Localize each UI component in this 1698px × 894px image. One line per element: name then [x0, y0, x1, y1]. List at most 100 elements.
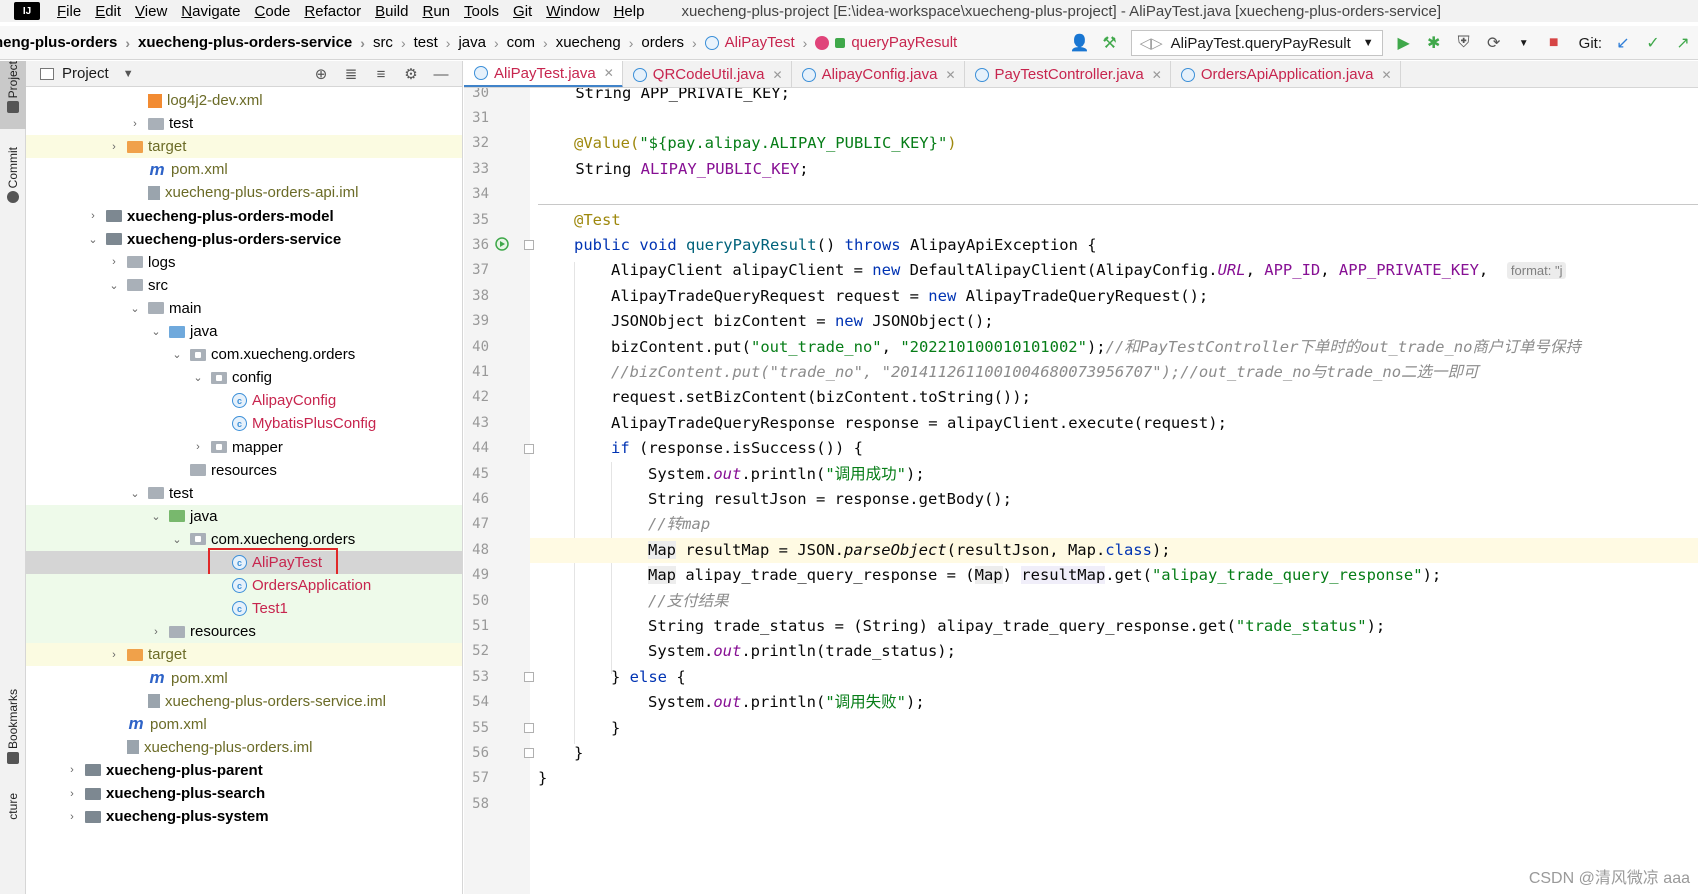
tree-item[interactable]: ⌄ src — [26, 274, 462, 297]
menu-git[interactable]: Git — [506, 3, 539, 20]
tool-tab-project[interactable]: Project — [0, 61, 26, 129]
tree-item[interactable]: ⌄ com.xuecheng.orders — [26, 343, 462, 366]
chevron-down-icon[interactable]: ▼ — [123, 68, 134, 80]
chevron-down-icon[interactable]: ⌄ — [107, 279, 121, 292]
chevron-right-icon[interactable]: › — [149, 626, 163, 638]
fold-marker-icon[interactable] — [524, 672, 534, 682]
tree-item[interactable]: › mapper — [26, 436, 462, 459]
tool-tab-bookmarks[interactable]: Bookmarks — [0, 689, 26, 779]
tree-item[interactable]: resources — [26, 459, 462, 482]
fold-marker-icon[interactable] — [524, 748, 534, 758]
stop-icon[interactable]: ■ — [1543, 32, 1565, 54]
breadcrumb-item[interactable]: queryPayResult — [815, 34, 957, 51]
close-icon[interactable]: ✕ — [1381, 68, 1391, 82]
menu-help[interactable]: Help — [607, 3, 652, 20]
chevron-down-icon[interactable]: ⌄ — [191, 371, 205, 384]
breadcrumb-item[interactable]: AliPayTest › — [704, 34, 816, 51]
tree-item[interactable]: xuecheng-plus-orders-service.iml — [26, 690, 462, 713]
git-update-icon[interactable]: ↙ — [1612, 32, 1634, 54]
chevron-down-icon[interactable]: ⌄ — [86, 233, 100, 246]
chevron-right-icon[interactable]: › — [65, 788, 79, 800]
tree-item[interactable]: › target — [26, 135, 462, 159]
tree-item[interactable]: › xuecheng-plus-orders-model — [26, 205, 462, 228]
tab-alipayconfig[interactable]: AlipayConfig.java ✕ — [792, 61, 965, 87]
tree-item[interactable]: m pom.xml — [26, 667, 462, 690]
chevron-right-icon[interactable]: › — [107, 141, 121, 153]
breadcrumb-item[interactable]: heng-plus-orders › — [0, 34, 138, 51]
close-icon[interactable]: ✕ — [1152, 68, 1162, 82]
locate-icon[interactable]: ⊕ — [306, 65, 336, 83]
breadcrumb-item[interactable]: test › — [414, 34, 459, 51]
close-icon[interactable]: ✕ — [604, 66, 614, 80]
tree-item[interactable]: › xuecheng-plus-parent — [26, 759, 462, 782]
tree-item[interactable]: ⌄ java — [26, 504, 462, 528]
tree-item[interactable]: ⌄ java — [26, 320, 462, 343]
chevron-right-icon[interactable]: › — [86, 210, 100, 222]
tab-paytestcontroller[interactable]: PayTestController.java ✕ — [965, 61, 1171, 87]
fold-marker-icon[interactable] — [524, 444, 534, 454]
user-icon[interactable]: 👤 — [1069, 32, 1091, 54]
chevron-right-icon[interactable]: › — [65, 811, 79, 823]
fold-marker-icon[interactable] — [524, 723, 534, 733]
menu-edit[interactable]: Edit — [88, 3, 128, 20]
chevron-right-icon[interactable]: › — [107, 649, 121, 661]
code-editor[interactable]: 30 31 32 33 34 35 36 37 38 39 40 41 42 4… — [464, 88, 1698, 894]
run-test-icon[interactable] — [494, 236, 512, 254]
close-icon[interactable]: ✕ — [773, 68, 783, 82]
breadcrumb-item[interactable]: src › — [373, 34, 414, 51]
profile-icon[interactable]: ⟳ — [1483, 32, 1505, 54]
menu-window[interactable]: Window — [539, 3, 606, 20]
chevron-right-icon[interactable]: › — [107, 256, 121, 268]
chevron-right-icon[interactable]: › — [191, 441, 205, 453]
tab-alipaytest[interactable]: AliPayTest.java ✕ — [464, 61, 623, 87]
tree-item[interactable]: ⌄ main — [26, 297, 462, 320]
tree-item[interactable]: log4j2-dev.xml — [26, 89, 462, 112]
collapse-all-icon[interactable]: ≡ — [366, 66, 396, 83]
chevron-right-icon[interactable]: › — [65, 764, 79, 776]
tree-item[interactable]: ⌄ config — [26, 366, 462, 389]
tree-item[interactable]: › xuecheng-plus-search — [26, 782, 462, 805]
breadcrumb-item[interactable]: java › — [458, 34, 506, 51]
tab-ordersapiapplication[interactable]: OrdersApiApplication.java ✕ — [1171, 61, 1401, 87]
tree-item[interactable]: m pom.xml — [26, 713, 462, 736]
breadcrumb-item[interactable]: xuecheng-plus-orders-service › — [138, 34, 373, 51]
breadcrumb-item[interactable]: xuecheng › — [556, 34, 642, 51]
tree-item[interactable]: c Test1 — [26, 597, 462, 621]
run-icon[interactable]: ▶ — [1393, 32, 1415, 54]
gear-icon[interactable]: ⚙ — [396, 65, 426, 83]
tree-item[interactable]: ⌄ xuecheng-plus-orders-service — [26, 228, 462, 251]
breadcrumb-item[interactable]: com › — [507, 34, 556, 51]
coverage-icon[interactable]: ⛨ — [1453, 32, 1475, 54]
tree-item[interactable]: › resources — [26, 620, 462, 644]
git-commit-icon[interactable]: ✓ — [1642, 32, 1664, 54]
tree-item[interactable]: › target — [26, 643, 462, 667]
chevron-down-icon[interactable]: ⌄ — [170, 533, 184, 546]
menu-code[interactable]: Code — [248, 3, 298, 20]
fold-marker-icon[interactable] — [524, 240, 534, 250]
tree-item[interactable]: m pom.xml — [26, 158, 462, 181]
tree-item[interactable]: › test — [26, 112, 462, 135]
breadcrumb-item[interactable]: orders › — [641, 34, 704, 51]
chevron-down-icon[interactable]: ⌄ — [170, 348, 184, 361]
chevron-right-icon[interactable]: › — [128, 118, 142, 130]
tree-item[interactable]: › xuecheng-plus-system — [26, 805, 462, 828]
tree-item[interactable]: c OrdersApplication — [26, 574, 462, 598]
tree-item[interactable]: c MybatisPlusConfig — [26, 412, 462, 435]
debug-icon[interactable]: ✱ — [1423, 32, 1445, 54]
run-configuration-select[interactable]: ◁▷ AliPayTest.queryPayResult ▼ — [1130, 30, 1383, 56]
tab-qrcodeutil[interactable]: QRCodeUtil.java ✕ — [623, 61, 792, 87]
menu-view[interactable]: View — [128, 3, 174, 20]
tree-item[interactable]: c AlipayConfig — [26, 389, 462, 412]
chevron-down-icon[interactable]: ⌄ — [149, 510, 163, 523]
chevron-down-icon[interactable]: ⌄ — [128, 487, 142, 500]
build-hammer-icon[interactable]: ⚒ — [1099, 32, 1121, 54]
tool-tab-structure[interactable]: cture — [0, 793, 26, 833]
minimize-icon[interactable]: — — [426, 66, 456, 83]
tree-item[interactable]: ⌄ test — [26, 482, 462, 505]
menu-tools[interactable]: Tools — [457, 3, 506, 20]
menu-file[interactable]: File — [50, 3, 88, 20]
project-panel-title[interactable]: Project — [62, 65, 109, 82]
tree-item[interactable]: › logs — [26, 251, 462, 274]
menu-refactor[interactable]: Refactor — [297, 3, 368, 20]
chevron-down-icon[interactable]: ⌄ — [149, 325, 163, 338]
